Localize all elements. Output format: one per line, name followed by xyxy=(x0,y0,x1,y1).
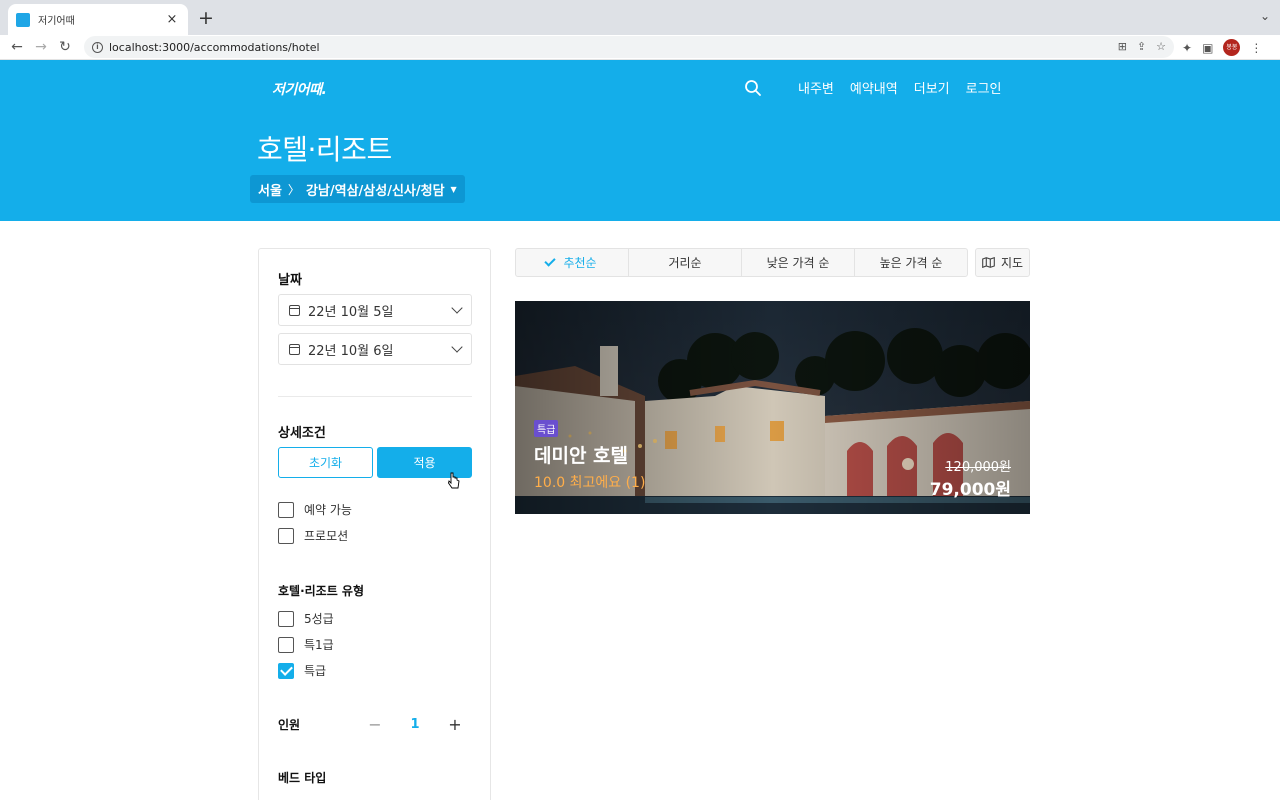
hotel-card[interactable]: 특급 데미안 호텔 10.0 최고에요 (1) 120,000원 79,000원 xyxy=(515,301,1030,514)
sale-price: 79,000원 xyxy=(929,480,1011,500)
breadcrumb-area: 강남/역삼/삼성/신사/청담 xyxy=(305,183,445,199)
checkbox[interactable] xyxy=(278,527,294,544)
sort-recommended[interactable]: 추천순 xyxy=(516,249,629,276)
site-info-icon[interactable]: i xyxy=(92,41,103,53)
browser-toolbar: ← → ↻ i localhost:3000/accommodations/ho… xyxy=(0,35,1280,60)
new-tab-button[interactable]: + xyxy=(196,8,216,28)
url-text: localhost:3000/accommodations/hotel xyxy=(109,40,320,54)
guests-heading: 인원 xyxy=(278,718,301,732)
close-tab-icon[interactable]: × xyxy=(164,12,180,27)
sort-label: 낮은 가격 순 xyxy=(766,256,830,270)
checkbox-label: 프로모션 xyxy=(304,529,349,543)
page-title: 호텔·리조트 xyxy=(257,133,392,166)
mouse-cursor-icon xyxy=(448,472,460,489)
extensions-icon[interactable]: ✦ xyxy=(1182,41,1192,55)
chevron-down-icon xyxy=(451,341,463,353)
minus-button[interactable]: − xyxy=(365,715,385,734)
bed-type-heading: 베드 타입 xyxy=(278,771,327,785)
sort-label: 추천순 xyxy=(563,256,597,270)
sort-price-high[interactable]: 높은 가격 순 xyxy=(855,249,967,276)
breadcrumb-city: 서울 xyxy=(258,183,282,199)
reset-button[interactable]: 초기화 xyxy=(278,447,373,478)
checkbox-label: 특1급 xyxy=(304,638,334,652)
share-icon[interactable]: ⇪ xyxy=(1137,40,1146,53)
sort-distance[interactable]: 거리순 xyxy=(629,249,742,276)
sort-tabs: 추천순 거리순 낮은 가격 순 높은 가격 순 xyxy=(515,248,968,277)
map-icon xyxy=(982,257,995,268)
checkbox-checked[interactable] xyxy=(278,662,294,679)
dropdown-caret-icon: ▼ xyxy=(450,184,457,194)
map-button[interactable]: 지도 xyxy=(975,248,1030,277)
nav-login[interactable]: 로그인 xyxy=(966,78,1002,97)
filter-5star[interactable]: 5성급 xyxy=(278,610,334,627)
type-heading: 호텔·리조트 유형 xyxy=(278,584,365,598)
sort-label: 거리순 xyxy=(668,256,702,270)
site-header: 저기어때. 내주변 예약내역 더보기 로그인 호텔·리조트 서울 〉 강남/역삼… xyxy=(0,60,1280,221)
checkout-date-select[interactable]: 22년 10월 6일 xyxy=(278,333,472,365)
chevron-down-icon xyxy=(451,302,463,314)
hotel-rating: 10.0 최고에요 (1) xyxy=(534,475,646,491)
side-panel-icon[interactable]: ▣ xyxy=(1202,41,1213,55)
checkbox-label: 예약 가능 xyxy=(304,503,352,517)
calendar-icon xyxy=(289,304,300,316)
favicon-icon xyxy=(16,12,30,27)
original-price: 120,000원 xyxy=(945,460,1011,475)
sort-label: 높은 가격 순 xyxy=(879,256,943,270)
check-icon xyxy=(544,255,557,267)
browser-tab[interactable]: 저기어때 × xyxy=(8,4,188,35)
detail-heading: 상세조건 xyxy=(278,426,326,441)
filter-promotion[interactable]: 프로모션 xyxy=(278,527,348,544)
forward-icon[interactable]: → xyxy=(32,38,50,56)
menu-kebab-icon[interactable]: ⋮ xyxy=(1250,41,1262,55)
checkin-date-select[interactable]: 22년 10월 5일 xyxy=(278,294,472,326)
browser-tabstrip: 저기어때 × + ⌄ xyxy=(0,0,1280,35)
nav-reservations[interactable]: 예약내역 xyxy=(850,78,898,97)
hotel-name: 데미안 호텔 xyxy=(534,445,629,467)
search-icon[interactable] xyxy=(744,79,762,97)
filter-available[interactable]: 예약 가능 xyxy=(278,501,352,518)
site-logo[interactable]: 저기어때. xyxy=(272,79,327,99)
checkbox[interactable] xyxy=(278,501,294,518)
calendar-icon xyxy=(289,343,300,355)
reload-icon[interactable]: ↻ xyxy=(56,38,74,56)
filter-sidebar: 날짜 22년 10월 5일 22년 10월 6일 상세조건 초기화 적용 예약 … xyxy=(258,248,491,800)
bookmark-star-icon[interactable]: ☆ xyxy=(1156,40,1166,53)
translate-icon[interactable]: ⊞ xyxy=(1118,40,1127,53)
top-nav: 내주변 예약내역 더보기 로그인 xyxy=(798,78,1002,97)
plus-button[interactable]: + xyxy=(445,715,465,734)
tab-search-chevron-icon[interactable]: ⌄ xyxy=(1260,9,1270,23)
profile-avatar[interactable]: 봉봉 xyxy=(1223,39,1241,56)
address-bar[interactable]: i localhost:3000/accommodations/hotel ⊞ … xyxy=(84,36,1174,58)
date-heading: 날짜 xyxy=(278,273,302,288)
back-icon[interactable]: ← xyxy=(8,38,26,56)
region-breadcrumb[interactable]: 서울 〉 강남/역삼/삼성/신사/청담 ▼ xyxy=(250,175,465,203)
checkbox[interactable] xyxy=(278,636,294,653)
filter-deluxe1[interactable]: 특1급 xyxy=(278,636,334,653)
breadcrumb-chevron-icon: 〉 xyxy=(287,182,300,197)
tab-title: 저기어때 xyxy=(38,16,75,27)
checkbox-label: 특급 xyxy=(304,664,327,678)
guests-value: 1 xyxy=(410,717,420,732)
divider xyxy=(278,396,472,397)
sort-price-low[interactable]: 낮은 가격 순 xyxy=(742,249,855,276)
checkbox-label: 5성급 xyxy=(304,612,334,626)
map-label: 지도 xyxy=(1000,256,1024,270)
guests-stepper: − 1 + xyxy=(365,715,465,734)
checkbox[interactable] xyxy=(278,610,294,627)
grade-badge: 특급 xyxy=(534,420,559,437)
nav-nearby[interactable]: 내주변 xyxy=(798,78,834,97)
nav-more[interactable]: 더보기 xyxy=(914,78,950,97)
filter-deluxe[interactable]: 특급 xyxy=(278,662,326,679)
checkin-date-value: 22년 10월 5일 xyxy=(308,304,394,320)
checkout-date-value: 22년 10월 6일 xyxy=(308,343,394,359)
